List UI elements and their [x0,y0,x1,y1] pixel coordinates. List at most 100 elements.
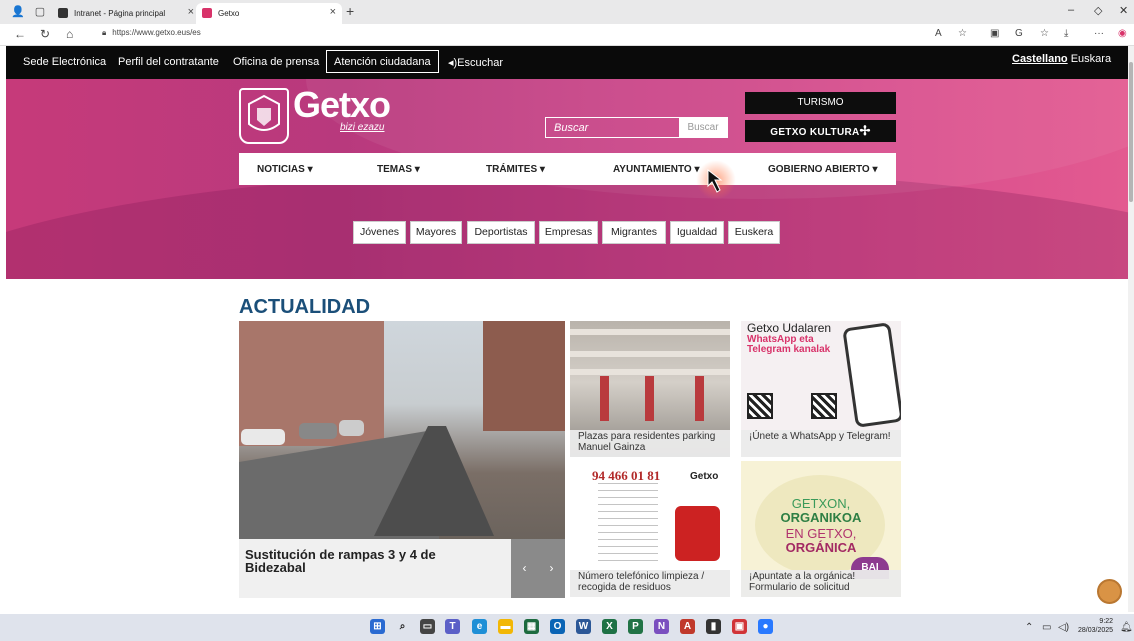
clock-time: 9:22 [1099,618,1114,625]
search-box: Buscar [545,117,728,138]
atencion-ciudadana-button[interactable]: Atención ciudadana [326,50,439,73]
news-card-organica[interactable]: GETXON, ORGANIKOA EN GETXO, ORGÁNICA BAI… [741,461,901,597]
teams-icon[interactable]: T [445,619,460,634]
featured-news-title[interactable]: Sustitución de rampas 3 y 4 de Bidezabal [245,548,485,574]
audience-chip-jovenes[interactable]: Jóvenes [353,221,406,244]
turismo-button[interactable]: TURISMO [745,92,896,114]
organica-line2: ORGANIKOA [780,510,862,525]
organica-line1: GETXON, [791,496,851,511]
nav-temas[interactable]: TEMAS ▾ [377,164,420,175]
favorites-icon[interactable]: ☆ [1040,28,1049,39]
search-input[interactable] [546,118,680,137]
sede-electronica-link[interactable]: Sede Electrónica [23,56,106,68]
nav-ayuntamiento[interactable]: AYUNTAMIENTO ▾ [613,164,700,175]
new-tab-icon[interactable]: + [346,3,354,19]
extension-icon[interactable]: ▣ [990,28,999,39]
windows-start-icon[interactable]: ⊞ [370,619,385,634]
app4-icon[interactable]: ● [758,619,773,634]
display-icon[interactable]: ▭ [1042,622,1051,633]
organica-line4: ORGÁNICA [785,540,857,555]
lang-euskara[interactable]: Euskara [1071,53,1111,65]
search-icon[interactable]: ⌕ [395,619,410,634]
close-tab-icon[interactable]: × [330,6,336,18]
section-title-actualidad: ACTUALIDAD [239,296,371,318]
nav-gobierno-abierto[interactable]: GOBIERNO ABIERTO ▾ [768,164,878,175]
news-card-parking[interactable]: Plazas para residentes parking Manuel Ga… [570,321,730,457]
url-field[interactable]: 🔒︎ https://www.getxo.eus/es [102,28,201,38]
task-view-icon[interactable]: ▭ [420,619,435,634]
top-utility-bar: Sede Electrónica Perfil del contratante … [6,46,1128,79]
project-icon[interactable]: P [628,619,643,634]
getxo-favicon-icon [202,8,212,18]
notification-bell-icon[interactable]: 🔔︎ [1120,622,1133,633]
news-card-phone-cleaning[interactable]: 94 466 01 81 Getxo Número telefónico lim… [570,461,730,597]
qr-code-icon [811,393,837,419]
read-aloud-icon[interactable]: A [935,28,942,39]
scrollbar-thumb[interactable] [1129,62,1133,202]
close-tab-icon[interactable]: × [188,6,194,18]
logo-wordmark: Getxo [293,84,391,125]
more-icon[interactable]: ··· [1094,28,1104,39]
clock-date: 28/03/2025 [1078,627,1114,634]
audience-chip-igualdad[interactable]: Igualdad [670,221,724,244]
qr-code-icon [747,393,773,419]
home-icon[interactable]: ⌂ [66,27,73,41]
perfil-contratante-link[interactable]: Perfil del contratante [118,56,219,68]
lock-icon: 🔒︎ [102,28,107,37]
system-clock[interactable]: 9:22 28/03/2025 [1078,617,1113,635]
chevron-up-icon[interactable]: ⌃ [1025,622,1033,633]
audience-chip-deportistas[interactable]: Deportistas [467,221,535,244]
cleaning-phone-number: 94 466 01 81 [592,468,661,483]
news-card-whatsapp[interactable]: Getxo Udalaren WhatsApp eta Telegram kan… [741,321,901,457]
chevron-right-icon: › [549,561,554,575]
profile-icon[interactable]: 👤 [10,4,26,20]
copilot-icon[interactable]: ◉ [1118,28,1127,39]
minimize-icon[interactable]: – [1068,4,1074,16]
app3-icon[interactable]: ▣ [732,619,747,634]
carousel-next-button[interactable]: › [538,539,565,598]
speaker-icon[interactable]: ◁) [1058,622,1069,633]
g-extension-icon[interactable]: G [1015,28,1023,39]
featured-news-card[interactable]: Sustitución de rampas 3 y 4 de Bidezabal… [239,321,565,598]
oficina-prensa-link[interactable]: Oficina de prensa [233,56,319,68]
browser-tab-intranet[interactable]: Intranet - Página principal × [52,3,200,24]
back-icon[interactable]: ← [14,27,26,41]
app-icon[interactable]: ▦ [524,619,539,634]
onenote-icon[interactable]: N [654,619,669,634]
getxo-kultura-label: GETXO KULTURA [770,127,860,138]
cookie-settings-icon[interactable] [1097,579,1122,604]
app2-icon[interactable]: ▮ [706,619,721,634]
refresh-icon[interactable]: ↻ [40,27,50,41]
excel-icon[interactable]: X [602,619,617,634]
outlook-icon[interactable]: O [550,619,565,634]
audience-chip-mayores[interactable]: Mayores [410,221,462,244]
lang-castellano[interactable]: Castellano [1012,53,1068,65]
file-explorer-icon[interactable]: ▬ [498,619,513,634]
search-button[interactable]: Buscar [679,118,727,137]
nav-tramites[interactable]: TRÁMITES ▾ [486,164,545,175]
pdf-icon[interactable]: A [680,619,695,634]
logo-tagline: bizi ezazu [340,122,385,133]
mouse-cursor-icon [707,168,723,193]
close-window-icon[interactable]: ✕ [1119,4,1128,17]
carousel-prev-button[interactable]: ‹ [511,539,538,598]
restore-icon[interactable]: ◇ [1094,4,1102,17]
dropdown-caret-icon: ▾ [414,164,420,175]
nav-noticias[interactable]: NOTICIAS ▾ [257,164,313,175]
intranet-favicon-icon [58,8,68,18]
audience-chip-euskera[interactable]: Euskera [728,221,780,244]
downloads-icon[interactable]: ⤓ [1064,28,1068,39]
news-card-caption: ¡Apuntate a la orgánica! Formulario de s… [741,570,901,597]
browser-tab-bar: 👤 ▢ Intranet - Página principal × Getxo … [0,0,1134,24]
getxo-logo[interactable]: Getxo bizi ezazu [239,84,394,146]
word-icon[interactable]: W [576,619,591,634]
audience-chip-empresas[interactable]: Empresas [539,221,598,244]
getxo-mini-logo: Getxo [690,471,719,482]
listen-button[interactable]: ◂)Escuchar [448,56,503,69]
tab-actions-icon[interactable]: ▢ [32,4,48,20]
edge-icon[interactable]: e [472,619,487,634]
audience-chip-migrantes[interactable]: Migrantes [602,221,666,244]
getxo-kultura-button[interactable]: GETXO KULTURA✢ [745,120,896,142]
favorite-star-icon[interactable]: ☆ [958,28,967,39]
browser-tab-getxo[interactable]: Getxo × [196,3,342,24]
